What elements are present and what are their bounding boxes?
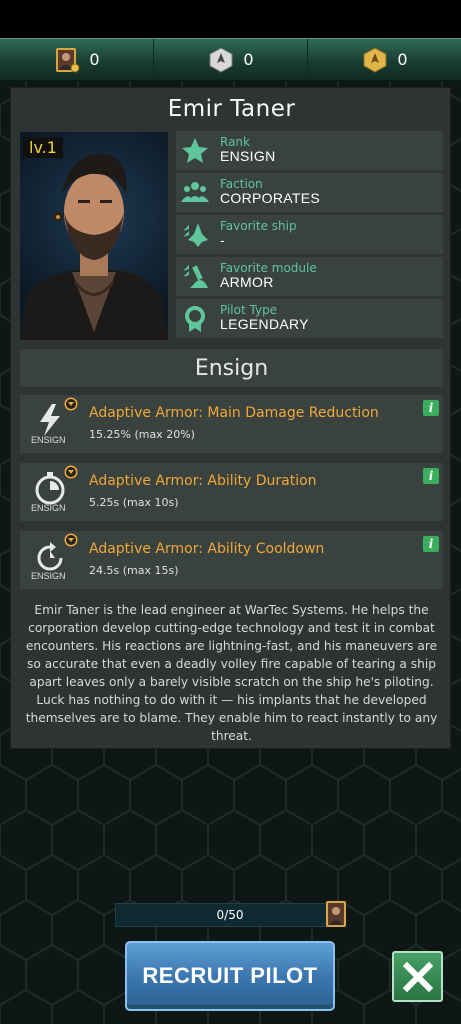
info-value: LEGENDARY	[220, 316, 309, 333]
info-row-pilot-type: Pilot Type LEGENDARY	[176, 299, 443, 338]
info-value: -	[220, 232, 225, 249]
module-icon	[183, 264, 208, 288]
info-row-rank: Rank ENSIGN	[176, 131, 443, 170]
skill-value: 15.25% (max 20%)	[89, 428, 195, 441]
faction-people-icon	[181, 181, 209, 202]
info-button[interactable]: i	[423, 536, 439, 552]
resource-value: 0	[243, 50, 254, 69]
skill-rank-label: ENSIGN	[31, 571, 66, 581]
close-icon	[402, 961, 433, 992]
gold-token-icon	[363, 46, 387, 73]
star-icon	[182, 137, 208, 163]
recruit-progress-bar: 0/50	[115, 903, 345, 927]
pilot-panel: Emir Taner lv.1 Rank ENSIGN Faction CORPOR…	[10, 87, 451, 749]
pilot-card-icon	[56, 47, 80, 72]
level-badge: lv.1	[23, 137, 63, 158]
resource-bar: 0 0 0	[0, 38, 461, 82]
recruit-pilot-button[interactable]: RECRUIT PILOT	[125, 941, 335, 1011]
progress-text: 0/50	[216, 908, 244, 922]
resource-value: 0	[397, 50, 408, 69]
info-value: CORPORATES	[220, 190, 320, 207]
skill-title: Adaptive Armor: Ability Duration	[89, 473, 317, 489]
info-row-favorite-module: Favorite module ARMOR	[176, 257, 443, 296]
pilot-portrait: lv.1	[20, 132, 168, 340]
chevron-rank-icon	[64, 533, 78, 547]
info-value: ARMOR	[220, 274, 274, 291]
pilot-info-list: Rank ENSIGN Faction CORPORATES Favorite sh…	[176, 131, 443, 341]
chevron-rank-icon	[64, 465, 78, 479]
resource-ship-tokens[interactable]: 0	[154, 39, 308, 80]
pilot-description: Emir Taner is the lead engineer at WarTe…	[25, 603, 438, 743]
info-row-favorite-ship: Favorite ship -	[176, 215, 443, 254]
chevron-rank-icon	[64, 397, 78, 411]
pilot-name: Emir Taner	[167, 96, 296, 122]
skill-card[interactable]: ENSIGN Adaptive Armor: Ability Cooldown …	[20, 531, 443, 589]
ship-token-icon	[209, 46, 233, 73]
rank-header: Ensign	[20, 349, 443, 387]
medal-icon	[185, 305, 205, 332]
resource-pilot-cards[interactable]: 0	[0, 39, 154, 80]
skill-card[interactable]: ENSIGN Adaptive Armor: Ability Duration …	[20, 463, 443, 521]
info-button[interactable]: i	[423, 400, 439, 416]
skill-rank-label: ENSIGN	[31, 503, 66, 513]
info-button[interactable]: i	[423, 468, 439, 484]
skill-title: Adaptive Armor: Main Damage Reduction	[89, 405, 379, 421]
skill-value: 24.5s (max 15s)	[89, 564, 179, 577]
info-row-faction: Faction CORPORATES	[176, 173, 443, 212]
pilot-card-icon	[326, 901, 346, 927]
skill-value: 5.25s (max 10s)	[89, 496, 179, 509]
close-button[interactable]	[392, 951, 443, 1002]
skill-title: Adaptive Armor: Ability Cooldown	[89, 541, 325, 557]
info-label: Favorite ship	[220, 219, 297, 234]
ship-icon	[183, 222, 208, 247]
status-bar	[0, 0, 461, 38]
skill-card[interactable]: ENSIGN Adaptive Armor: Main Damage Reduc…	[20, 395, 443, 453]
resource-value: 0	[89, 50, 100, 69]
info-value: ENSIGN	[220, 148, 276, 165]
skill-rank-label: ENSIGN	[31, 435, 66, 445]
pilot-portrait-image	[20, 153, 168, 340]
resource-gold-tokens[interactable]: 0	[308, 39, 461, 80]
